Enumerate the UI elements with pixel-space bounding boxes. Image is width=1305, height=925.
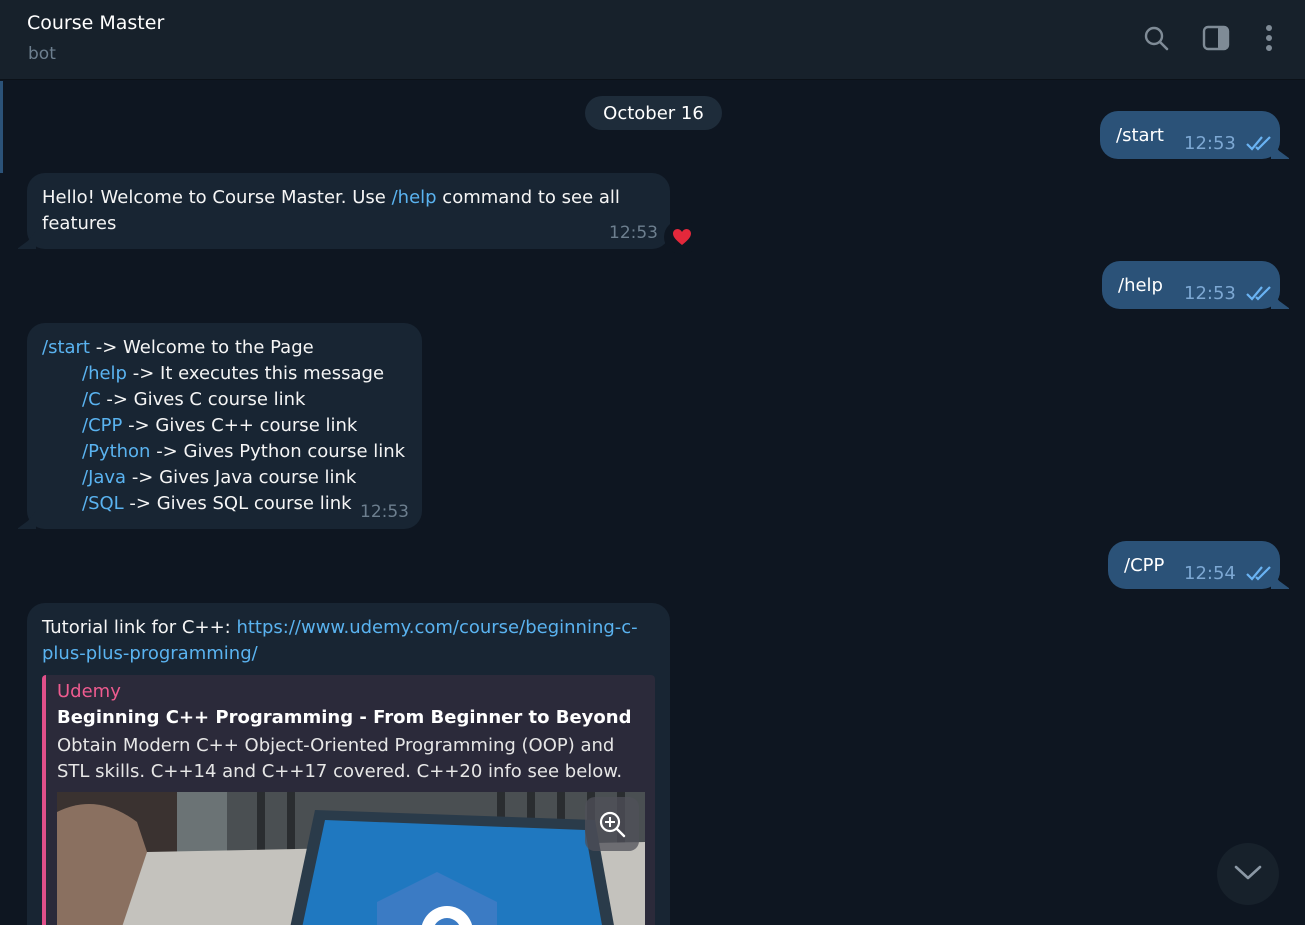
help-line: /Java -> Gives Java course link [82,465,356,491]
message-time: 12:53 [360,502,409,522]
message-text: /help [1118,275,1163,296]
chat-subtitle: bot [28,44,56,64]
help-line: /start -> Welcome to the Page [42,335,314,361]
help-line: /help -> It executes this message [82,361,384,387]
text-segment: Hello! Welcome to Course Master. Use [42,187,392,208]
help-desc: -> Welcome to the Page [90,337,314,358]
message-time: 12:53 [1184,133,1236,154]
command-link-help[interactable]: /help [392,187,437,208]
chat-header: Course Master bot [0,0,1305,80]
preview-accent-bar [42,675,46,925]
command-link-python[interactable]: /Python [82,441,150,462]
command-link-start[interactable]: /start [42,337,90,358]
incoming-message-welcome[interactable]: Hello! Welcome to Course Master. Use /he… [27,173,670,249]
message-time: 12:54 [1184,563,1236,584]
command-link-java[interactable]: /Java [82,467,126,488]
link-preview[interactable]: Udemy Beginning C++ Programming - From B… [42,675,655,925]
outgoing-message-cpp[interactable]: /CPP 12:54 [1108,541,1280,589]
search-icon[interactable] [1140,22,1172,54]
outgoing-message-start[interactable]: /start 12:53 [1100,111,1280,159]
double-check-icon [1246,563,1272,589]
command-link-cpp[interactable]: /CPP [82,415,122,436]
help-line: /CPP -> Gives C++ course link [82,413,357,439]
message-text: Tutorial link for C++: https://www.udemy… [42,615,638,641]
preview-image[interactable] [57,792,645,925]
help-line: /C -> Gives C course link [82,387,305,413]
help-desc: -> Gives C++ course link [122,415,358,436]
help-desc: -> Gives SQL course link [123,493,352,514]
date-divider: October 16 [585,96,722,130]
course-url-link[interactable]: https://www.udemy.com/course/beginning-c… [236,617,637,638]
command-link-help[interactable]: /help [82,363,127,384]
course-url-link-cont[interactable]: plus-plus-programming/ [42,641,258,667]
text-segment: Tutorial link for C++: [42,617,237,638]
message-text: /start [1116,125,1164,146]
double-check-icon [1246,283,1272,309]
chevron-down-icon [1233,863,1263,885]
preview-site-name: Udemy [57,681,121,702]
preview-description: Obtain Modern C++ Object-Oriented Progra… [57,735,623,782]
outgoing-message-help[interactable]: /help 12:53 [1102,261,1280,309]
preview-title: Beginning C++ Programming - From Beginne… [57,707,632,728]
double-check-icon [1246,133,1272,159]
help-desc: -> It executes this message [126,363,385,384]
message-list[interactable]: October 16 /start 12:53 Hello! Welcome t… [0,81,1305,925]
text-segment: command to see all [436,187,620,208]
help-line: /SQL -> Gives SQL course link [82,491,352,517]
command-link-sql[interactable]: /SQL [82,493,124,514]
help-desc: -> Gives C course link [100,389,306,410]
message-text-line: features [42,213,117,234]
sidebar-toggle-icon[interactable] [1200,22,1232,54]
incoming-message-help-list[interactable]: /start -> Welcome to the Page /help -> I… [27,323,422,529]
message-time: 12:53 [609,223,658,243]
scroll-to-bottom-button[interactable] [1217,843,1279,905]
message-text: /CPP [1124,555,1165,576]
command-link-c[interactable]: /C [82,389,101,410]
help-desc: -> Gives Python course link [150,441,406,462]
message-text: Hello! Welcome to Course Master. Use /he… [42,185,620,211]
message-time: 12:53 [1184,283,1236,304]
chat-title[interactable]: Course Master [27,12,164,34]
help-desc: -> Gives Java course link [126,467,357,488]
help-line: /Python -> Gives Python course link [82,439,405,465]
more-vertical-icon[interactable] [1253,22,1285,54]
zoom-in-icon[interactable] [585,797,639,851]
heart-icon[interactable] [664,220,700,254]
